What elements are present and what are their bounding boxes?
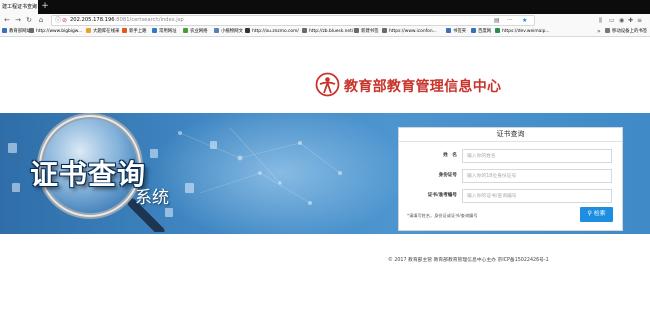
bookmarks-bar: 教育部网站 http://www.bigbigw... 大题库在线采 新手上路 常用网址…	[0, 27, 650, 37]
sidebar-icon[interactable]: ▭	[609, 14, 615, 27]
page-actions-icon[interactable]: ···	[507, 16, 513, 25]
new-tab-button[interactable]: +	[40, 0, 50, 14]
search-panel: 证书查询 姓 名 身份证号 证书/准考编号 *请填写姓名，身份证或证书/查询编号…	[398, 127, 623, 231]
reload-icon[interactable]: ↻	[24, 14, 34, 27]
bookmark-star-icon[interactable]: ★	[522, 16, 527, 25]
extension-icon[interactable]: ✚	[628, 14, 633, 27]
sync-icon[interactable]: ◉	[619, 14, 624, 27]
mobile-bookmarks[interactable]: 移动设备上的书签	[605, 27, 647, 36]
name-field-row: 姓 名	[399, 149, 622, 163]
bookmark-favicon-icon	[2, 28, 7, 33]
panel-title: 证书查询	[399, 128, 622, 142]
back-icon[interactable]: ←	[2, 14, 12, 27]
bookmark-favicon-icon	[471, 28, 476, 33]
bookmark-favicon-icon	[495, 28, 500, 33]
hero-banner: 证书查询 系统 证书查询 姓 名 身份证号 证书/准考编号 *请填写姓名，身份证…	[0, 113, 650, 234]
name-label: 姓 名	[443, 153, 457, 158]
id-number-input[interactable]	[462, 169, 612, 183]
bookmark-item[interactable]: 小植物网文	[214, 27, 243, 36]
bookmark-favicon-icon	[382, 28, 387, 33]
home-icon[interactable]: ⌂	[36, 14, 46, 27]
bookmark-item[interactable]: 新手上路	[122, 27, 147, 36]
bookmark-favicon-icon	[122, 28, 127, 33]
banner-subtitle: 系统	[135, 188, 169, 208]
footer-copyright: © 2017 教育部主管 教育部教育管理信息中心主办 京ICP备15022426…	[388, 258, 549, 263]
browser-tab[interactable]: 建工程证书查询 ×	[0, 0, 38, 14]
bookmark-favicon-icon	[152, 28, 157, 33]
cert-field-row: 证书/准考编号	[399, 189, 622, 203]
url-text[interactable]: 202.205.178.196:8081/certsearch/index.js…	[70, 16, 184, 25]
bookmark-item[interactable]: https://www.iconfon...	[382, 27, 437, 36]
bookmark-favicon-icon	[446, 28, 451, 33]
bookmark-favicon-icon	[29, 28, 34, 33]
id-number-label: 身份证号	[438, 173, 457, 178]
forward-icon[interactable]: →	[13, 14, 23, 27]
bookmark-favicon-icon	[302, 28, 307, 33]
bookmark-item[interactable]: 农业网络	[183, 27, 208, 36]
address-bar[interactable]: ⓘ ⊘ 202.205.178.196:8081/certsearch/inde…	[51, 15, 535, 26]
bookmark-favicon-icon	[245, 28, 250, 33]
banner-title: 证书查询	[30, 158, 147, 191]
browser-tab-bar: 建工程证书查询 × +	[0, 0, 650, 14]
info-icon[interactable]: ⓘ	[55, 16, 61, 25]
page-content: 教育部教育管理信息中心 证书查询 系统 证书查询 姓 名 输入你的姓名 身份证号…	[0, 37, 650, 324]
bookmark-item[interactable]: 教育部网站	[2, 27, 31, 36]
search-button[interactable]: ⚲ 检索	[580, 207, 613, 222]
bookmark-favicon-icon	[214, 28, 219, 33]
certificate-number-input[interactable]	[462, 189, 612, 203]
bookmark-favicon-icon	[183, 28, 188, 33]
browser-nav-bar: ← → ↻ ⌂ ⓘ ⊘ 202.205.178.196:8081/certsea…	[0, 14, 650, 27]
search-icon: ⚲	[587, 211, 592, 217]
insecure-lock-icon[interactable]: ⊘	[62, 16, 67, 25]
bookmark-item[interactable]: 新建书签	[354, 27, 379, 36]
org-name: 教育部教育管理信息中心	[344, 79, 502, 95]
bookmarks-overflow-icon[interactable]: »	[597, 27, 601, 36]
name-input[interactable]	[462, 149, 612, 163]
menu-icon[interactable]: ≡	[637, 14, 642, 27]
bookmark-item[interactable]: 大题库在线采	[86, 27, 119, 36]
certificate-number-label: 证书/准考编号	[427, 193, 457, 198]
close-tab-icon[interactable]: ×	[30, 0, 38, 14]
id-field-row: 身份证号	[399, 169, 622, 183]
bookmark-item[interactable]: http://www.bigbigw...	[29, 27, 82, 36]
bookmark-favicon-icon	[354, 28, 359, 33]
library-icon[interactable]: ⫼	[599, 14, 602, 27]
reader-view-icon[interactable]: ▤	[494, 16, 500, 25]
bookmark-item[interactable]: http://zb.bluesk.net/...	[302, 27, 358, 36]
bookmark-item[interactable]: http://ou.znzmo.com/	[245, 27, 299, 36]
bookmark-item[interactable]: 常用网址	[152, 27, 177, 36]
form-hint: *请填写姓名，身份证或证书/查询编号	[407, 213, 478, 218]
bookmark-item[interactable]: https://dev.weimaip...	[495, 27, 550, 36]
moe-emblem-icon	[315, 72, 340, 97]
bookmark-item[interactable]: 书签夹	[446, 27, 466, 36]
bookmark-item[interactable]: 百度网	[471, 27, 491, 36]
bookmark-favicon-icon	[86, 28, 91, 33]
folder-icon	[605, 28, 610, 33]
